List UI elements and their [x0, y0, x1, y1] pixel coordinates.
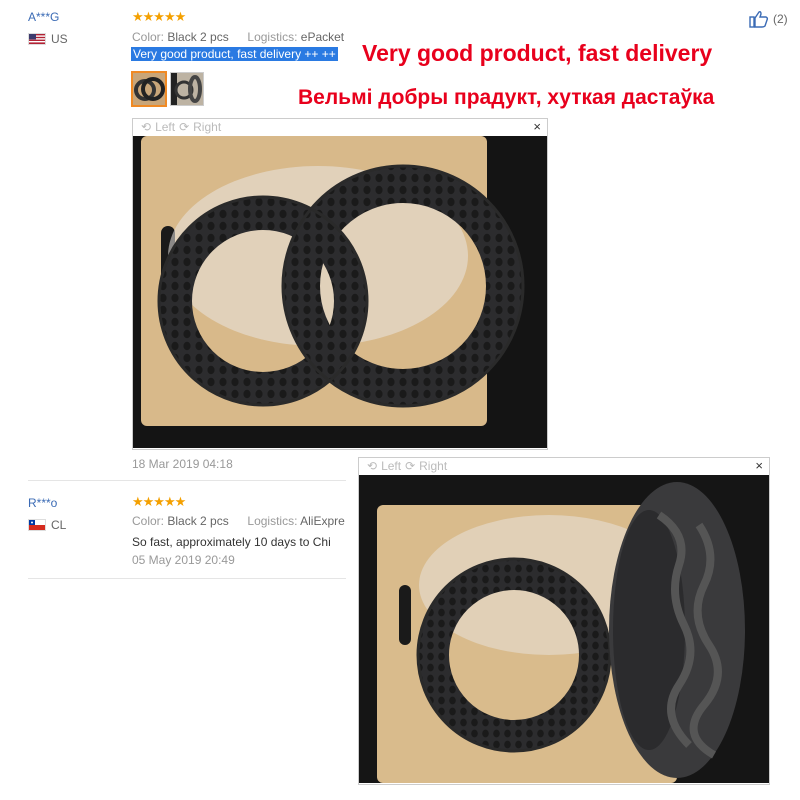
rotate-right-icon[interactable]: ⟳: [405, 459, 415, 473]
annotation-line-2: Вельмі добры прадукт, хуткая дастаўка: [298, 86, 715, 109]
image-viewer-2: ⟲ Left ⟳ Right ×: [358, 457, 770, 785]
cl-flag-icon: [28, 519, 46, 531]
logistics-value: ePacket: [300, 30, 345, 44]
color-label: Color:: [132, 514, 165, 528]
rotate-right-label[interactable]: Right: [193, 120, 221, 134]
color-label: Color:: [132, 30, 165, 44]
review-text-selected: Very good product, fast delivery ++ ++: [131, 47, 338, 61]
review-divider: [28, 480, 346, 481]
helpful-button[interactable]: (2): [749, 10, 788, 28]
rotate-left-label[interactable]: Left: [381, 459, 401, 473]
review-thumbnail-2[interactable]: [170, 72, 204, 106]
star-rating: ★★★★★: [132, 494, 186, 509]
review-meta: Color: Black 2 pcs Logistics: ePacket: [132, 30, 344, 44]
review-thumbnail-1[interactable]: [131, 71, 167, 107]
review-text: Very good product, fast delivery ++ ++: [131, 46, 338, 62]
tires-photo-image: [359, 475, 769, 783]
close-icon[interactable]: ×: [533, 119, 541, 134]
review-date: 18 Mar 2019 04:18: [132, 457, 233, 471]
us-flag-icon: [28, 33, 46, 45]
review-date: 05 May 2019 20:49: [132, 553, 235, 567]
reviewer-country: US: [28, 32, 68, 46]
review-photo-1[interactable]: [133, 136, 547, 448]
reviewer-name: R***o: [28, 496, 58, 510]
reviewer-country: CL: [28, 518, 66, 532]
review-text: So fast, approximately 10 days to Chi: [132, 535, 331, 549]
country-code: CL: [51, 518, 67, 532]
annotation-line-1: Very good product, fast delivery: [362, 40, 713, 66]
color-value: Black 2 pcs: [167, 30, 229, 44]
rotate-left-icon[interactable]: ⟲: [141, 120, 151, 134]
tires-photo-image: [133, 136, 547, 448]
review-meta: Color: Black 2 pcs Logistics: AliExpre: [132, 514, 346, 528]
logistics-value: AliExpre: [300, 514, 345, 528]
review-photo-2[interactable]: [359, 475, 769, 783]
rotate-right-label[interactable]: Right: [419, 459, 447, 473]
tire-thumbnail-image: [133, 73, 165, 105]
rotate-left-icon[interactable]: ⟲: [367, 459, 377, 473]
thumbs-up-icon: [749, 11, 769, 28]
star-rating: ★★★★★: [132, 9, 186, 24]
helpful-count: (2): [773, 12, 788, 26]
review-divider: [28, 578, 346, 579]
logistics-label: Logistics:: [247, 514, 298, 528]
logistics-label: Logistics:: [247, 30, 298, 44]
close-icon[interactable]: ×: [755, 458, 763, 473]
viewer-toolbar: ⟲ Left ⟳ Right ×: [359, 458, 769, 474]
rotate-right-icon[interactable]: ⟳: [179, 120, 189, 134]
image-viewer-1: ⟲ Left ⟳ Right ×: [132, 118, 548, 450]
tire-thumbnail-image: [171, 73, 203, 105]
rotate-left-label[interactable]: Left: [155, 120, 175, 134]
color-value: Black 2 pcs: [167, 514, 229, 528]
viewer-toolbar: ⟲ Left ⟳ Right ×: [133, 119, 547, 135]
reviewer-name: A***G: [28, 10, 60, 24]
country-code: US: [51, 32, 68, 46]
